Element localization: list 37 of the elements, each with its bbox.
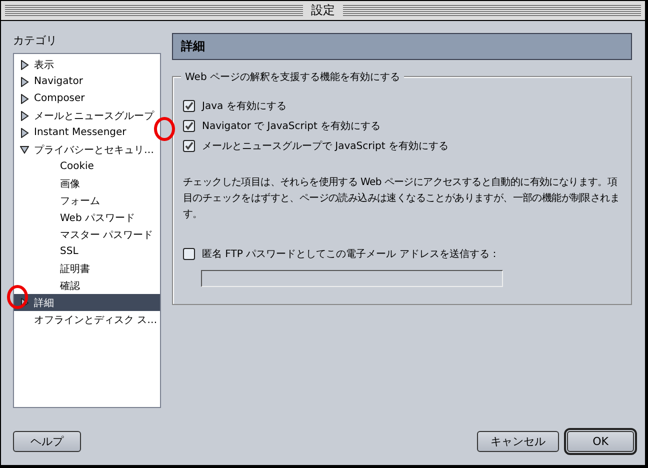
tree-item[interactable]: Navigator [14,73,160,90]
group-legend: Web ページの解釈を支援する機能を有効にする [181,70,404,84]
help-button[interactable]: ヘルプ [13,431,81,452]
checkbox[interactable] [183,100,195,112]
checkbox[interactable] [183,140,195,152]
expanded-triangle-icon[interactable] [20,144,29,154]
tree-item[interactable]: 確認 [14,277,160,294]
window-title: 設定 [310,2,336,19]
panel-header: 詳細 [172,33,632,60]
tree-item[interactable]: 表示 [14,56,160,73]
tree-item[interactable]: プライバシーとセキュリ… [14,141,160,158]
checkbox[interactable] [183,248,195,260]
tree-item[interactable]: SSL [14,243,160,260]
tree-item[interactable]: 画像 [14,175,160,192]
tree-item[interactable]: マスター パスワード [14,226,160,243]
description-text: チェックした項目は、それらを使用する Web ページにアクセスすると自動的に有効になります。項目のチェックをはずすと、ページの読み込みは速くなることがありますが、一部の機能が制限されます。 [183,176,621,222]
checkbox-label[interactable]: メールとニュースグループで JavaScript を有効にする [202,139,448,153]
tree-item[interactable]: 詳細 [14,294,160,311]
tree-item[interactable]: Instant Messenger [14,124,160,141]
highlight-circle [7,285,28,309]
checkbox-label[interactable]: Java を有効にする [202,99,286,113]
tree-item[interactable]: Cookie [14,158,160,175]
checkbox[interactable] [183,120,195,132]
highlight-circle [154,117,175,141]
cancel-button[interactable]: キャンセル [477,431,559,452]
category-label: カテゴリ [13,33,58,48]
tree-item[interactable]: Composer [14,90,160,107]
tree-item[interactable]: メールとニュースグループ [14,107,160,124]
default-button[interactable]: OK [567,431,634,452]
checkbox-label[interactable]: Navigator で JavaScript を有効にする [202,119,381,133]
checkbox-label[interactable]: 匿名 FTP パスワードとしてこの電子メール アドレスを送信する： [202,247,500,261]
tree-item[interactable]: 証明書 [14,260,160,277]
email-field[interactable] [201,270,503,287]
tree-item[interactable]: オフラインとディスク ス… [14,311,160,328]
collapsed-triangle-icon[interactable] [20,298,29,308]
tree-item[interactable]: Web パスワード [14,209,160,226]
tree-item[interactable]: フォーム [14,192,160,209]
